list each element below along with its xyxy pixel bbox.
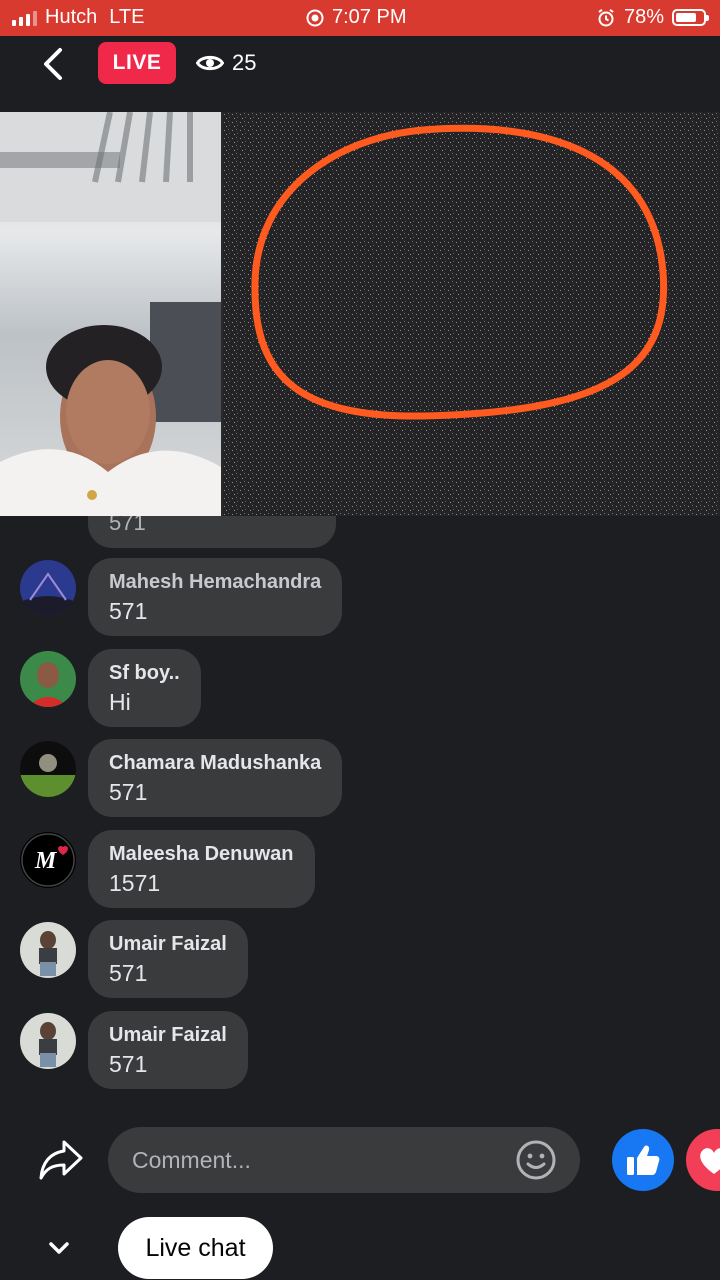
- eye-icon: [196, 55, 224, 71]
- avatar[interactable]: M: [20, 832, 76, 888]
- avatar[interactable]: [20, 922, 76, 978]
- comment-text: 571: [109, 598, 148, 624]
- comment-bubble: Sf boy.. Hi: [88, 649, 201, 727]
- comment-author[interactable]: Sf boy..: [109, 659, 180, 687]
- live-badge: LIVE: [98, 42, 176, 84]
- comment-bubble: Umair Faizal 571: [88, 1011, 248, 1089]
- comment-author[interactable]: Maleesha Denuwan: [109, 840, 294, 868]
- screen-share-feed: [223, 112, 720, 516]
- chat-comment[interactable]: Umair Faizal 571: [20, 920, 248, 998]
- comment-text: 571: [109, 960, 148, 986]
- chevron-down-icon[interactable]: [44, 1236, 74, 1260]
- comment-author[interactable]: Mahesh Hemachandra: [109, 568, 321, 596]
- emoji-icon[interactable]: [514, 1138, 558, 1182]
- camera-feed: [0, 112, 221, 516]
- comment-author[interactable]: Umair Faizal: [109, 1021, 227, 1049]
- comment-input[interactable]: [130, 1145, 514, 1175]
- like-icon: [627, 1145, 660, 1175]
- avatar[interactable]: [20, 651, 76, 707]
- comment-author[interactable]: Chamara Madushanka: [109, 749, 321, 777]
- partial-comment: 571: [88, 516, 336, 548]
- viewer-count-label: 25: [232, 50, 257, 75]
- back-icon[interactable]: [34, 44, 74, 84]
- comment-text: Hi: [109, 689, 131, 715]
- comment-text: 571: [109, 779, 148, 805]
- live-chat-feed[interactable]: 571 Mahesh Hemachandra 571 Sf boy.. Hi C…: [0, 516, 720, 1106]
- chat-comment[interactable]: Umair Faizal 571: [20, 1011, 248, 1089]
- svg-text:M: M: [34, 848, 58, 874]
- comment-text: 571: [109, 1051, 148, 1077]
- status-bar: Hutch LTE 7:07 PM 78%: [0, 0, 720, 36]
- avatar[interactable]: [20, 1013, 76, 1069]
- comment-author[interactable]: Umair Faizal: [109, 930, 227, 958]
- love-icon: [700, 1148, 720, 1174]
- comment-bubble: Umair Faizal 571: [88, 920, 248, 998]
- chat-comment[interactable]: Mahesh Hemachandra 571: [20, 558, 343, 636]
- chat-comment[interactable]: Chamara Madushanka 571: [20, 739, 343, 817]
- screen-record-icon: [306, 9, 324, 26]
- comment-bubble: Mahesh Hemachandra 571: [88, 558, 343, 636]
- battery-icon: [672, 9, 709, 26]
- chat-comment[interactable]: Sf boy.. Hi: [20, 649, 201, 727]
- comment-text: 1571: [109, 870, 161, 896]
- network-label: LTE: [109, 6, 145, 28]
- avatar[interactable]: [20, 560, 76, 616]
- clock: 7:07 PM: [332, 6, 407, 28]
- viewer-count: 25: [196, 50, 256, 76]
- share-icon[interactable]: [38, 1138, 84, 1182]
- comment-bubble: Maleesha Denuwan 1571: [88, 830, 315, 908]
- live-video[interactable]: [0, 112, 720, 516]
- live-header: LIVE 25: [0, 36, 720, 112]
- comment-field[interactable]: [108, 1127, 580, 1193]
- avatar[interactable]: [20, 741, 76, 797]
- battery-percent: 78%: [623, 6, 664, 28]
- signal-icon: [12, 10, 37, 26]
- chat-comment[interactable]: M Maleesha Denuwan 1571: [20, 830, 315, 908]
- live-chat-button[interactable]: Live chat: [118, 1217, 273, 1279]
- carrier-label: Hutch: [45, 6, 98, 28]
- alarm-icon: [598, 8, 614, 26]
- like-reaction-button[interactable]: [612, 1129, 674, 1191]
- love-reaction-button[interactable]: [686, 1129, 720, 1191]
- comment-bubble: Chamara Madushanka 571: [88, 739, 343, 817]
